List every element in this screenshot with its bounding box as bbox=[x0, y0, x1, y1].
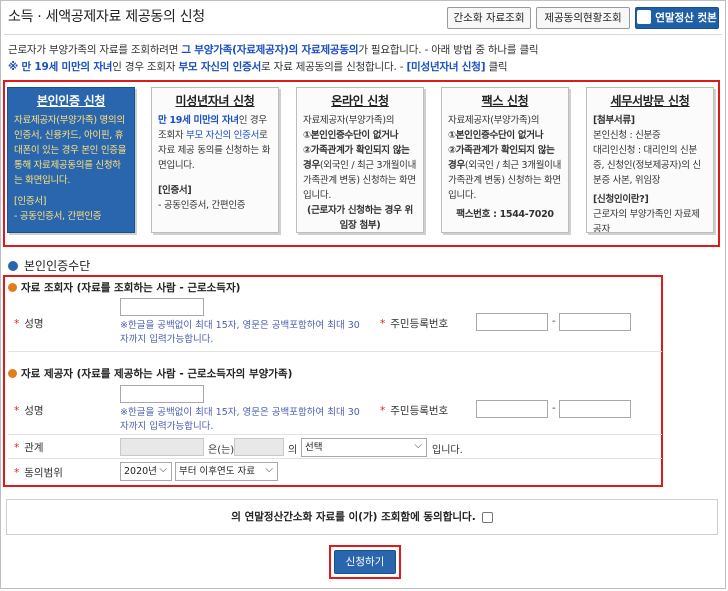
card-desc: 자료제공자(부양가족) 명의의 인증서, 신용카드, 아이핀, 휴대폰이 있는 … bbox=[14, 115, 127, 186]
relation-label: * 관계 bbox=[14, 442, 44, 454]
provider-rrn-back-input[interactable] bbox=[559, 400, 631, 418]
card-desc: 자료제공자(부양가족)의 bbox=[303, 115, 395, 126]
card-minor-child[interactable]: 미성년자녀 신청 만 19세 미만의 자녀인 경우 조회자 부모 자신의 인증서… bbox=[151, 87, 279, 233]
card-desc: ②가족관계가 확인되지 않는 경우(외국인 / 최근 3개월이내 가족관계 변동… bbox=[303, 145, 417, 201]
range-label: * 동의범위 bbox=[14, 467, 63, 479]
card-desc: ①본인인증수단이 없거나 bbox=[303, 130, 399, 141]
book-icon bbox=[637, 10, 652, 24]
section-heading: 본인인증수단 bbox=[8, 257, 90, 274]
card-desc: - 공동인증서, 간편인증 bbox=[158, 200, 246, 211]
intro-text: 근로자가 부양가족의 자료를 조회하려면 그 부양가족(자료제공자)의 자료제공… bbox=[8, 44, 539, 73]
card-title: 본인인증 신청 bbox=[36, 94, 106, 108]
rrn-label: * 주민등록번호 bbox=[380, 318, 449, 330]
relation-select[interactable]: 선택 bbox=[301, 437, 427, 457]
range-option-select[interactable]: 부터 이후연도 자료 bbox=[175, 461, 278, 481]
card-desc: ②가족관계가 확인되지 않는 경우(외국인 / 최근 3개월이내 가족관계 변동… bbox=[448, 145, 562, 201]
relation-row: *관계 은(는) 의 선택 입니다. bbox=[8, 435, 662, 459]
card-title: 세무서방문 신청 bbox=[610, 94, 690, 108]
range-year-select[interactable]: 2020년 bbox=[120, 461, 172, 481]
submit-button[interactable]: 신청하기 bbox=[334, 550, 396, 574]
card-desc: [첨부서류] bbox=[593, 115, 635, 126]
range-row: *동의범위 2020년 부터 이후연도 자료 bbox=[8, 459, 662, 483]
viewer-name-input[interactable] bbox=[120, 298, 204, 316]
card-tax-office[interactable]: 세무서방문 신청 [첨부서류] 본인신청 : 신분증 대리인신청 : 대리인의 … bbox=[586, 87, 714, 233]
card-desc: [신청인이란?] bbox=[593, 194, 649, 205]
card-fax[interactable]: 팩스 신청 자료제공자(부양가족)의 ①본인인증수단이 없거나 ②가족관계가 확… bbox=[441, 87, 569, 233]
card-desc: - 공동인증서, 간편인증 bbox=[14, 211, 102, 222]
viewer-rrn-front-input[interactable] bbox=[476, 313, 548, 331]
provider-rrn-front-input[interactable] bbox=[476, 400, 548, 418]
card-desc: 근로자의 부양가족인 자료제공자 bbox=[593, 209, 700, 233]
bullet-icon bbox=[8, 369, 17, 378]
provider-name-input[interactable] bbox=[120, 385, 204, 403]
provider-name-row: * 성명 ※한글을 공백없이 최대 15자, 영문은 공백포함하여 최대 30자까… bbox=[8, 380, 662, 435]
viewer-rrn-back-input[interactable] bbox=[559, 313, 631, 331]
card-desc: (근로자가 신청하는 경우 위임장 첨부) bbox=[307, 205, 413, 231]
card-title: 팩스 신청 bbox=[481, 94, 529, 108]
relation-of-text: 의 bbox=[288, 445, 298, 456]
card-online[interactable]: 온라인 신청 자료제공자(부양가족)의 ①본인인증수단이 없거나 ②가족관계가 … bbox=[296, 87, 424, 233]
shortcut-label: 연말정산 컷본 bbox=[655, 12, 717, 24]
card-desc: [인증서] bbox=[158, 185, 192, 196]
viewer-heading: 자료 조회자 (자료를 조회하는 사람 - 근로소득자) bbox=[8, 280, 240, 295]
consent-checkbox[interactable] bbox=[481, 511, 493, 523]
header-divider bbox=[4, 34, 722, 35]
consent-text: 의 연말정산간소화 자료를 이(가) 조회함에 동의합니다. bbox=[231, 511, 476, 523]
relation-viewer-field bbox=[120, 438, 204, 456]
simple-data-button[interactable]: 간소화 자료조회 bbox=[447, 7, 531, 29]
relation-mid-text: 은(는) bbox=[208, 445, 235, 456]
name-label: * 성명 bbox=[14, 318, 44, 330]
card-desc: 팩스번호 : 1544-7020 bbox=[456, 209, 554, 220]
consent-status-button[interactable]: 제공동의현황조회 bbox=[536, 7, 630, 29]
name-note: ※한글을 공백없이 최대 15자, 영문은 공백포함하여 최대 30자까지 입력… bbox=[120, 320, 360, 345]
card-desc: 대리인신청 : 대리인의 신분증, 신청인(정보제공자)의 신분증 사본, 위임… bbox=[593, 145, 701, 186]
bullet-icon bbox=[8, 260, 18, 271]
card-desc: ①본인인증수단이 없거나 bbox=[448, 130, 544, 141]
provider-heading: 자료 제공자 (자료를 제공하는 사람 - 근로소득자의 부양가족) bbox=[8, 366, 292, 381]
name-note: ※한글을 공백없이 최대 15자, 영문은 공백포함하여 최대 30자까지 입력… bbox=[120, 407, 360, 432]
rrn-label: * 주민등록번호 bbox=[380, 405, 449, 417]
relation-end-text: 입니다. bbox=[432, 445, 463, 456]
shortcut-button[interactable]: 연말정산 컷본 bbox=[635, 7, 719, 29]
page-title: 소득 · 세액공제자료 제공동의 신청 bbox=[8, 9, 205, 25]
viewer-name-row: * 성명 ※한글을 공백없이 최대 15자, 영문은 공백포함하여 최대 30자까… bbox=[8, 294, 662, 352]
card-desc: 만 19세 미만의 자녀인 경우 조회자 부모 자신의 인증서로 자료 제공 동… bbox=[158, 115, 271, 171]
card-desc: [인증서] bbox=[14, 196, 47, 207]
card-self-auth[interactable]: 본인인증 신청 자료제공자(부양가족) 명의의 인증서, 신용카드, 아이핀, … bbox=[7, 87, 135, 233]
name-label: * 성명 bbox=[14, 405, 44, 417]
card-title: 온라인 신청 bbox=[331, 94, 389, 108]
card-desc: 본인신청 : 신분증 bbox=[593, 130, 661, 141]
card-title: 미성년자녀 신청 bbox=[175, 94, 255, 108]
relation-provider-field bbox=[234, 438, 284, 456]
bullet-icon bbox=[8, 283, 17, 292]
consent-box: 의 연말정산간소화 자료를 이(가) 조회함에 동의합니다. bbox=[6, 499, 718, 535]
card-desc: 자료제공자(부양가족)의 bbox=[448, 115, 540, 126]
